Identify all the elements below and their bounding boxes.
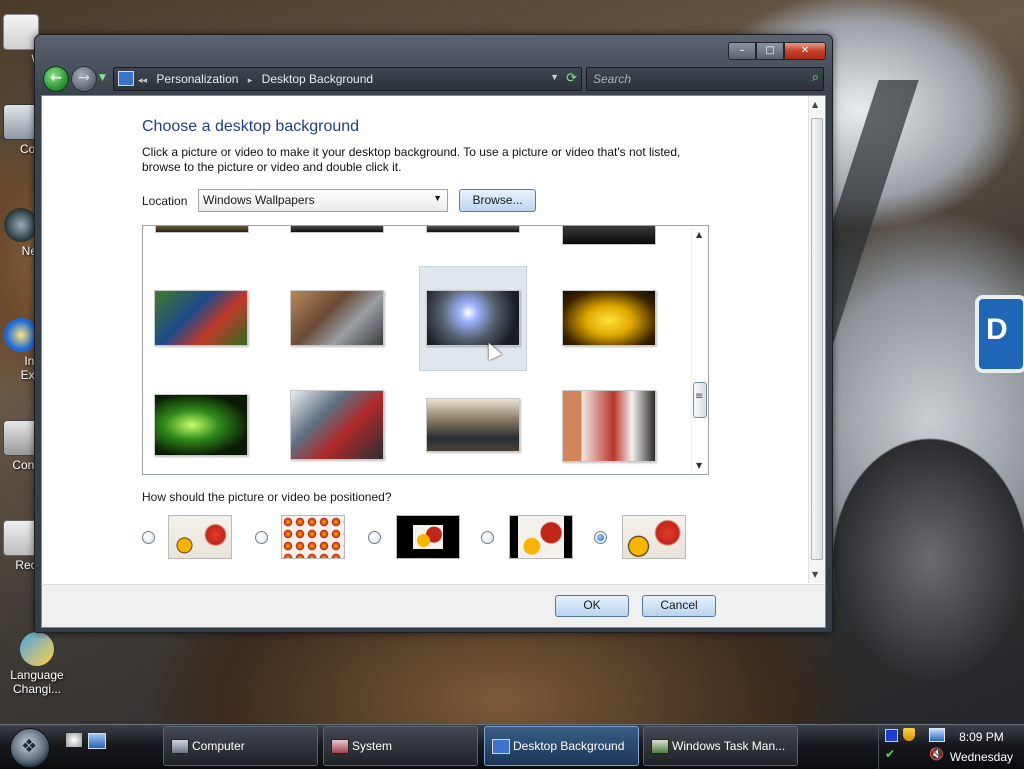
breadcrumb-prefix[interactable]: ◂◂	[138, 75, 147, 85]
taskbar-item-label: System	[352, 739, 393, 753]
content-pane: Choose a desktop background Click a pict…	[41, 95, 826, 586]
wallpaper-thumbnail[interactable]	[562, 290, 656, 346]
system-icon	[331, 739, 349, 754]
taskbar-item-computer[interactable]: Computer	[163, 726, 318, 766]
wallpaper-thumbnail-selected[interactable]	[426, 290, 520, 346]
taskbar-item-label: Desktop Background	[513, 739, 625, 753]
flower-image	[413, 525, 443, 549]
content-scroll-thumb[interactable]	[811, 118, 823, 560]
clock-time: 8:09 PM	[959, 730, 1004, 744]
taskbar-item-label: Computer	[192, 739, 245, 753]
gallery-scroll-thumb[interactable]	[693, 382, 707, 418]
cancel-button[interactable]: Cancel	[642, 595, 716, 617]
wallpaper-thumbnail-partial[interactable]	[562, 226, 656, 245]
chevron-down-icon: ▼	[433, 193, 442, 203]
breadcrumb-desktop-background[interactable]: Desktop Background	[262, 72, 373, 86]
system-tray: ✔ 🔇 8:09 PM Wednesday	[878, 725, 1024, 769]
flower-tile-preview	[281, 515, 345, 559]
internet-explorer-icon	[4, 318, 38, 352]
taskbar-item-desktop-background[interactable]: Desktop Background	[484, 726, 639, 766]
wallpaper-thumbnail-partial[interactable]	[290, 226, 384, 233]
wallpaper-thumbnail[interactable]	[562, 390, 656, 462]
language-globe-icon	[20, 632, 54, 666]
position-radio-fit[interactable]	[142, 531, 155, 544]
location-value: Windows Wallpapers	[203, 193, 315, 207]
flower-fit-preview	[168, 515, 232, 559]
scroll-down-icon[interactable]: ▼	[812, 570, 818, 579]
search-input[interactable]	[591, 70, 795, 88]
start-button[interactable]	[10, 728, 50, 768]
page-description: Click a picture or video to make it your…	[142, 145, 681, 174]
network-icon	[4, 208, 38, 242]
dialog-footer: OK Cancel	[41, 584, 826, 628]
back-arrow-icon[interactable]: ←	[43, 66, 69, 92]
flower-center-preview	[396, 515, 460, 559]
page-title: Choose a desktop background	[142, 118, 360, 135]
control-panel-icon	[492, 739, 510, 754]
location-dropdown[interactable]: Windows Wallpapers ▼	[198, 189, 448, 212]
position-question: How should the picture or video be posit…	[142, 490, 392, 504]
wallpaper-thumbnail[interactable]	[154, 394, 248, 456]
gallery-scrollbar[interactable]: ▲ ▼	[691, 226, 708, 474]
address-dropdown-icon[interactable]: ▼	[550, 72, 559, 82]
wallpaper-thumbnail-partial[interactable]	[426, 226, 520, 233]
taskbar-item-label: Windows Task Man...	[672, 739, 786, 753]
network-icon[interactable]	[929, 728, 945, 742]
computer-icon	[171, 739, 189, 754]
window-controls: – □ ✕	[728, 42, 826, 60]
content-scrollbar[interactable]: ▲ ▼	[808, 96, 825, 583]
taskbar-item-system[interactable]: System	[323, 726, 478, 766]
scroll-up-icon[interactable]: ▲	[696, 230, 702, 239]
scroll-down-icon[interactable]: ▼	[696, 461, 702, 470]
minimize-button[interactable]: –	[728, 42, 756, 60]
position-radio-stretch[interactable]	[594, 531, 607, 544]
breadcrumb: ◂◂ Personalization ▸ Desktop Background	[138, 72, 379, 86]
position-radio-tile[interactable]	[255, 531, 268, 544]
wallpaper-thumbnail[interactable]	[426, 398, 520, 452]
scroll-up-icon[interactable]: ▲	[812, 100, 818, 109]
show-desktop-icon[interactable]	[66, 733, 82, 747]
close-button[interactable]: ✕	[784, 42, 826, 60]
maximize-button[interactable]: □	[756, 42, 784, 60]
desktop-icon-language[interactable]: Language Changi...	[2, 632, 72, 696]
refresh-icon[interactable]: ⟳	[566, 70, 577, 86]
taskbar-item-task-manager[interactable]: Windows Task Man...	[643, 726, 798, 766]
search-box[interactable]: ⌕	[586, 67, 824, 91]
search-icon[interactable]: ⌕	[812, 70, 819, 85]
clock[interactable]: 8:09 PM Wednesday	[950, 727, 1013, 767]
breadcrumb-personalization[interactable]: Personalization	[156, 72, 238, 86]
browse-button[interactable]: Browse...	[459, 189, 536, 212]
position-radio-center-wide[interactable]	[481, 531, 494, 544]
switch-windows-icon[interactable]	[88, 733, 106, 749]
security-shield-icon[interactable]	[903, 728, 915, 741]
checkmark-icon[interactable]: ✔	[885, 747, 895, 761]
task-manager-icon	[651, 739, 669, 754]
wallpaper-thumbnail[interactable]	[154, 290, 248, 346]
ok-button[interactable]: OK	[555, 595, 629, 617]
recent-pages-dropdown-icon[interactable]: ▼	[99, 73, 106, 83]
flower-stretch-preview	[622, 515, 686, 559]
navigation-bar: ← → ▼ ◂◂ Personalization ▸ Desktop Backg…	[41, 65, 826, 93]
location-label: Location	[142, 194, 188, 208]
wallpaper-logo: D	[975, 295, 1024, 373]
clock-day: Wednesday	[949, 750, 1013, 764]
breadcrumb-separator[interactable]: ▸	[248, 75, 253, 85]
language-bar-icon[interactable]	[885, 729, 898, 742]
flower-center-wide-preview	[509, 515, 573, 559]
desktop-background-window: – □ ✕ ← → ▼ ◂◂ Personalization ▸ Desktop…	[34, 34, 833, 633]
volume-muted-icon[interactable]: 🔇	[929, 747, 944, 761]
wallpaper-thumbnail[interactable]	[290, 390, 384, 460]
position-radio-center[interactable]	[368, 531, 381, 544]
address-bar[interactable]: ◂◂ Personalization ▸ Desktop Background …	[113, 67, 582, 91]
wallpaper-thumbnail[interactable]	[290, 290, 384, 346]
wallpaper-gallery: ▲ ▼	[142, 225, 709, 475]
taskbar: Computer System Desktop Background Windo…	[0, 724, 1024, 769]
wallpaper-thumbnail-partial[interactable]	[155, 226, 249, 233]
forward-arrow-icon[interactable]: →	[71, 66, 97, 92]
flower-image	[518, 516, 564, 558]
control-panel-icon	[118, 71, 134, 86]
